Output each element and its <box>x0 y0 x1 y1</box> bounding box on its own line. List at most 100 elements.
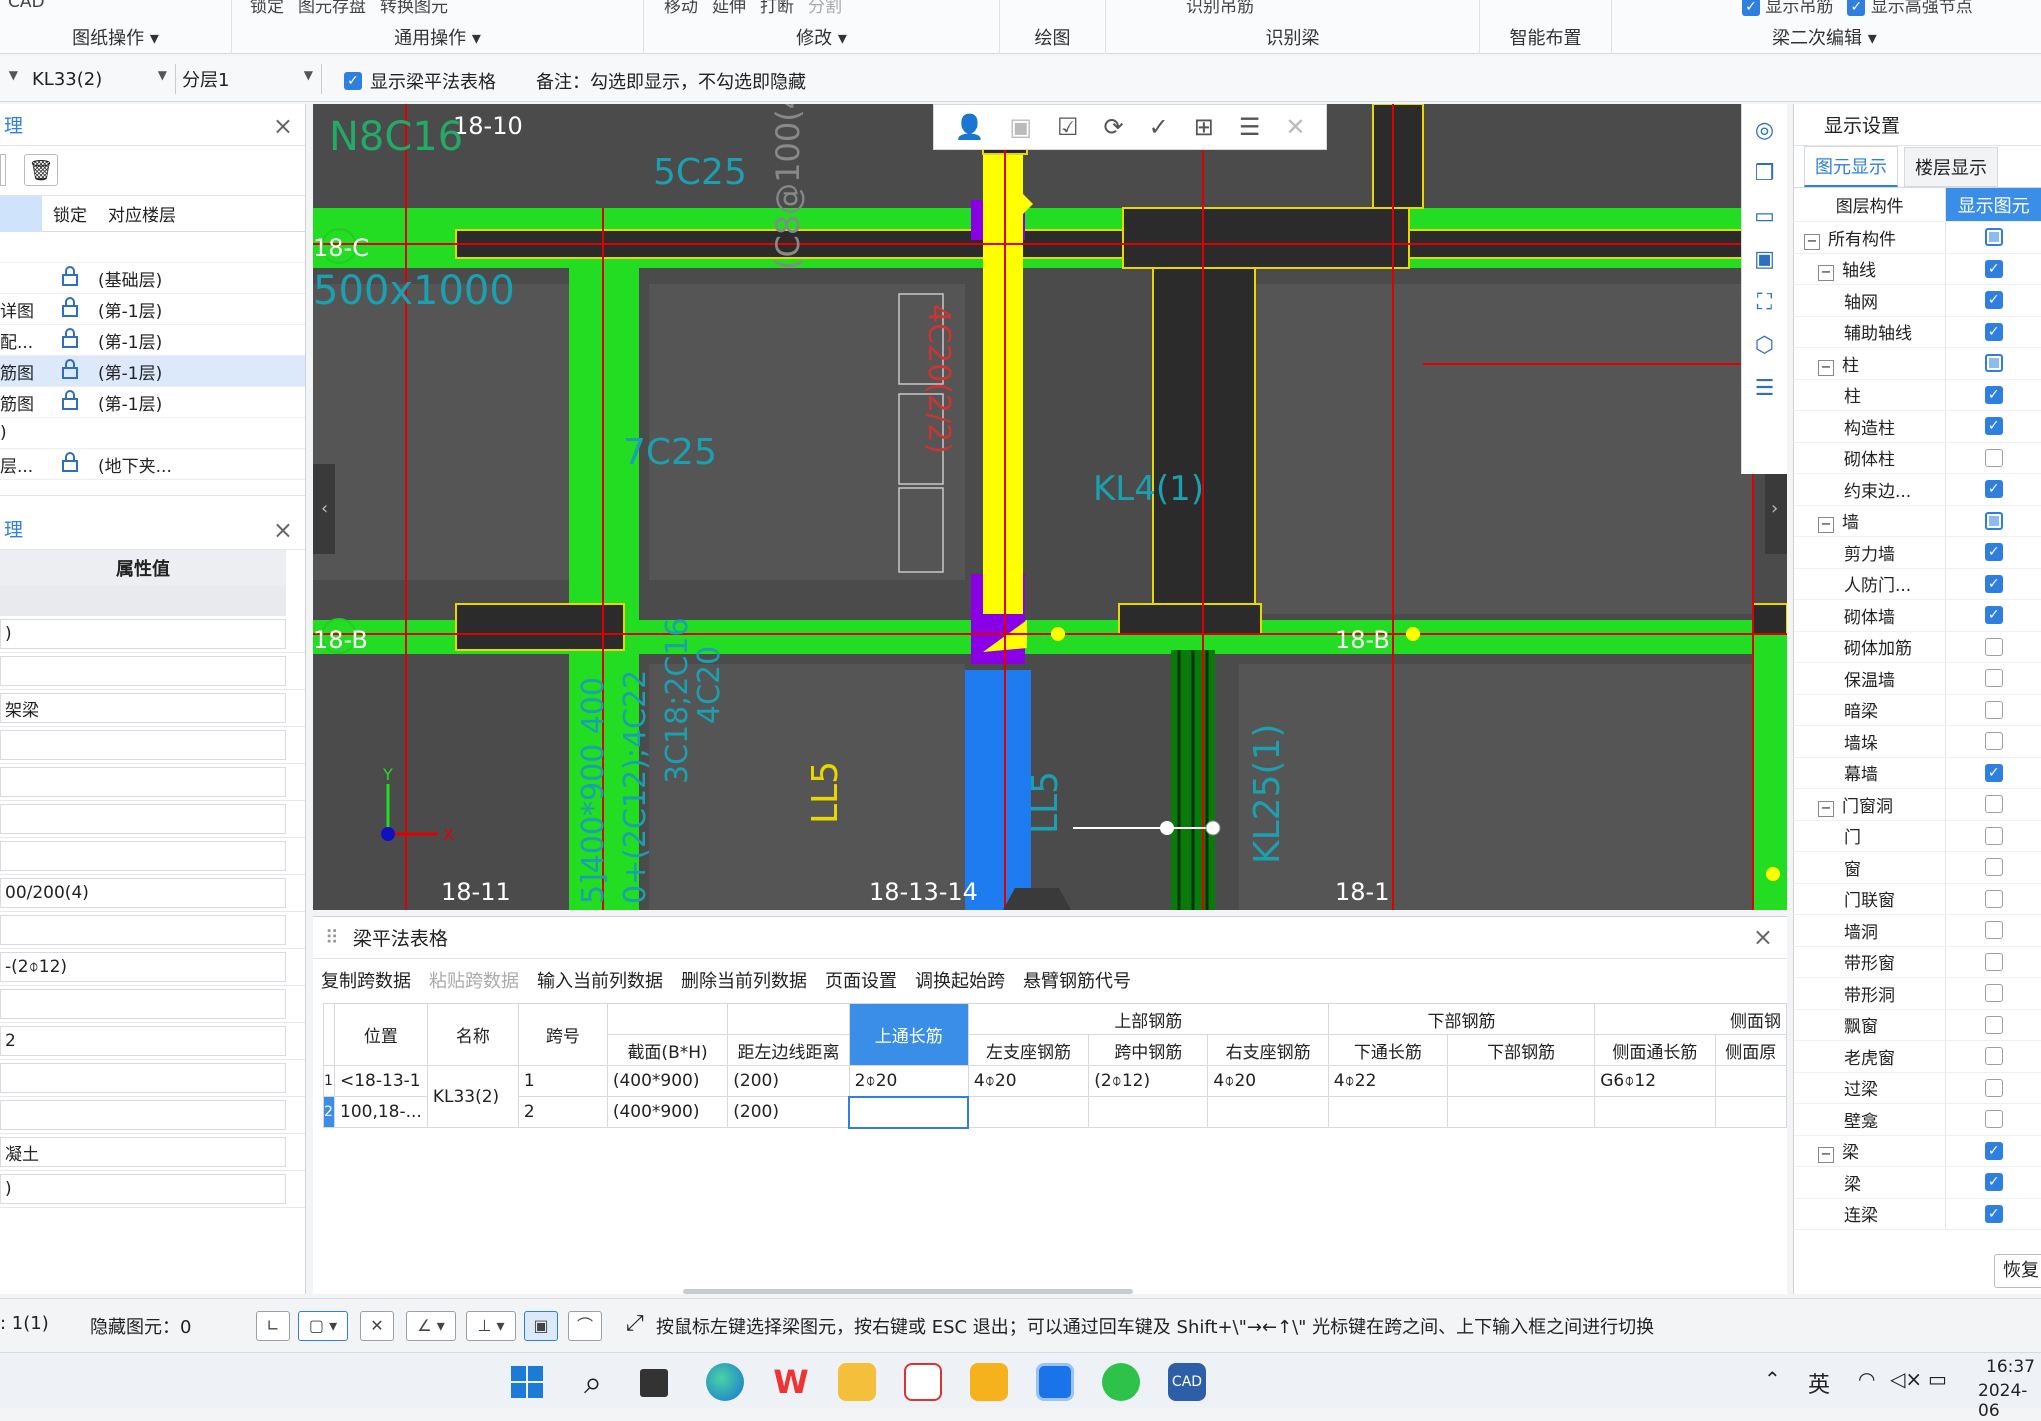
display-checkbox[interactable]: ✓ <box>1984 1141 2003 1160</box>
display-checkbox[interactable]: ✓ <box>1984 291 2003 310</box>
display-checkbox[interactable] <box>1984 637 2003 656</box>
display-checkbox[interactable]: ✓ <box>1984 322 2003 341</box>
property-value[interactable]: 00/200(4) <box>0 878 286 908</box>
cell-mid[interactable] <box>1088 1096 1209 1128</box>
display-tree-item[interactable]: 柱 ✓ <box>1794 379 2041 411</box>
display-tree-item[interactable]: − 门窗洞 <box>1794 789 2041 821</box>
ortho-icon[interactable]: ∟ <box>256 1311 290 1341</box>
layer-type-select[interactable]: ▼ <box>0 64 26 94</box>
box-solid-icon[interactable]: ▣ <box>1754 247 1775 272</box>
delete-icon[interactable]: 🗑 <box>24 154 58 186</box>
ribbon-group-label[interactable]: 通用操作 ▾ <box>232 24 643 50</box>
cell-bottom-through[interactable]: 4⌽22 <box>1327 1065 1448 1097</box>
extend-tool[interactable]: 延伸 <box>712 0 746 17</box>
clock-date[interactable]: 2024-06 <box>1978 1381 2041 1421</box>
cell-span[interactable]: 2 <box>517 1096 608 1128</box>
display-checkbox[interactable] <box>1984 1047 2003 1066</box>
display-checkbox[interactable]: ✓ <box>1984 1173 2003 1192</box>
display-checkbox[interactable] <box>1984 826 2003 845</box>
display-tree-item[interactable]: 约束边... ✓ <box>1794 474 2041 506</box>
display-checkbox[interactable]: ✓ <box>1984 574 2003 593</box>
check-icon[interactable]: ✓ <box>1149 113 1169 141</box>
display-tree-item[interactable]: 梁 ✓ <box>1794 1167 2041 1199</box>
display-tree-item[interactable]: 砌体加筋 <box>1794 631 2041 663</box>
property-value[interactable] <box>0 730 286 760</box>
restore-button[interactable]: 恢复 <box>1994 1254 2041 1288</box>
display-tree-item[interactable]: 剪力墙 ✓ <box>1794 537 2041 569</box>
box-check-icon[interactable]: ☑ <box>1057 113 1079 141</box>
layer-row[interactable]: 详图 (第-1层) <box>0 294 305 325</box>
display-checkbox[interactable] <box>1984 1110 2003 1129</box>
chevron-up-icon[interactable]: ⌃ <box>1764 1367 1781 1391</box>
clock-time[interactable]: 16:37 <box>1986 1357 2035 1377</box>
collapse-icon[interactable]: − <box>1818 265 1834 282</box>
ribbon-group-label[interactable]: 修改 ▾ <box>644 24 999 50</box>
collapse-icon[interactable]: − <box>1818 517 1834 534</box>
task-view-icon[interactable] <box>640 1369 668 1397</box>
move-tool[interactable]: 移动 <box>664 0 698 17</box>
display-checkbox[interactable] <box>1984 889 2003 908</box>
property-value[interactable]: ) <box>0 619 286 649</box>
display-checkbox[interactable]: ✓ <box>1984 543 2003 562</box>
person-icon[interactable]: 👤 <box>954 113 984 141</box>
horizontal-scrollbar[interactable] <box>683 1289 1133 1294</box>
cell-left-seat[interactable]: 4⌽20 <box>967 1065 1090 1097</box>
table-tool-button[interactable]: 调换起始跨 <box>915 967 1005 993</box>
table-tool-button[interactable]: 删除当前列数据 <box>681 967 807 993</box>
wechat-icon[interactable] <box>1102 1363 1140 1401</box>
property-value[interactable] <box>0 841 286 871</box>
display-checkbox[interactable] <box>1984 669 2003 688</box>
display-checkbox[interactable] <box>1984 228 2003 247</box>
property-list-icon[interactable]: ☰ <box>1755 376 1775 401</box>
display-checkbox[interactable] <box>1984 921 2003 940</box>
ribbon-group-label[interactable]: 图纸操作 ▾ <box>0 24 231 50</box>
layer-row[interactable]: 层... (地下夹... <box>0 449 305 480</box>
cell-right-seat[interactable] <box>1207 1096 1329 1128</box>
ribbon-group-label[interactable]: 梁二次编辑 ▾ <box>1772 24 2041 50</box>
cad-app-icon[interactable]: CAD <box>1168 1363 1206 1401</box>
cell-span[interactable]: 1 <box>517 1065 608 1097</box>
header-top-through[interactable]: 上通长筋 <box>848 1003 969 1066</box>
display-tree-item[interactable]: 窗 <box>1794 852 2041 884</box>
pdf-icon[interactable] <box>904 1363 942 1401</box>
display-tree-item[interactable]: 老虎窗 <box>1794 1041 2041 1073</box>
display-checkbox[interactable] <box>1984 700 2003 719</box>
display-checkbox[interactable] <box>1984 511 2003 530</box>
property-value[interactable] <box>0 989 286 1019</box>
property-value[interactable] <box>0 656 286 686</box>
beam-select[interactable]: KL33(2) ▼ <box>26 64 176 94</box>
tab-element-display[interactable]: 图元显示 <box>1804 146 1898 187</box>
cell-top-through-active[interactable] <box>848 1095 970 1129</box>
convert-element-tool[interactable]: 转换图元 <box>380 0 448 17</box>
show-hanger-checkbox[interactable]: ✓ 显示吊筋 <box>1742 0 1833 17</box>
layer-select[interactable]: 分层1 ▼ <box>176 64 322 94</box>
display-checkbox[interactable] <box>1984 1015 2003 1034</box>
cad-drawing[interactable]: Y X 18-1018-1518-C18-B18-B18-1118-13-141… <box>313 104 1787 910</box>
cell-bottom[interactable] <box>1446 1065 1596 1097</box>
refresh-icon[interactable]: ⟳ <box>1104 113 1124 141</box>
close-icon[interactable]: ✕ <box>1285 113 1305 141</box>
layer-row[interactable]: (基础层) <box>0 263 305 294</box>
cell-side-original[interactable] <box>1714 1065 1787 1097</box>
property-value[interactable]: 架梁 <box>0 693 286 723</box>
display-tree-item[interactable]: 构造柱 ✓ <box>1794 411 2041 443</box>
cell-position[interactable]: <18-13-1 <box>334 1065 428 1097</box>
lock-icon[interactable] <box>42 451 98 477</box>
display-checkbox[interactable]: ✓ <box>1984 385 2003 404</box>
display-checkbox[interactable]: ✓ <box>1984 763 2003 782</box>
folder-icon[interactable] <box>838 1363 876 1401</box>
cell-top-through[interactable]: 2⌽20 <box>848 1065 969 1097</box>
collapse-icon[interactable]: − <box>1818 800 1834 817</box>
property-value[interactable]: 凝土 <box>0 1137 286 1167</box>
display-checkbox[interactable]: ✓ <box>1984 417 2003 436</box>
display-tree-item[interactable]: 带形洞 <box>1794 978 2041 1010</box>
angle-icon[interactable]: ∠ ▾ <box>406 1311 456 1341</box>
split-tool[interactable]: 分割 <box>808 0 842 17</box>
cell-section[interactable]: (400*900) <box>606 1065 729 1097</box>
display-tree-item[interactable]: 门联窗 <box>1794 883 2041 915</box>
display-tree-item[interactable]: 连梁 ✓ <box>1794 1198 2041 1230</box>
property-value[interactable]: 2 <box>0 1026 286 1056</box>
display-checkbox[interactable]: ✓ <box>1984 480 2003 499</box>
ribbon-group-label[interactable]: 识别梁 <box>1106 24 1479 50</box>
recognize-hanger-tool[interactable]: 识别吊筋 <box>1186 0 1254 17</box>
